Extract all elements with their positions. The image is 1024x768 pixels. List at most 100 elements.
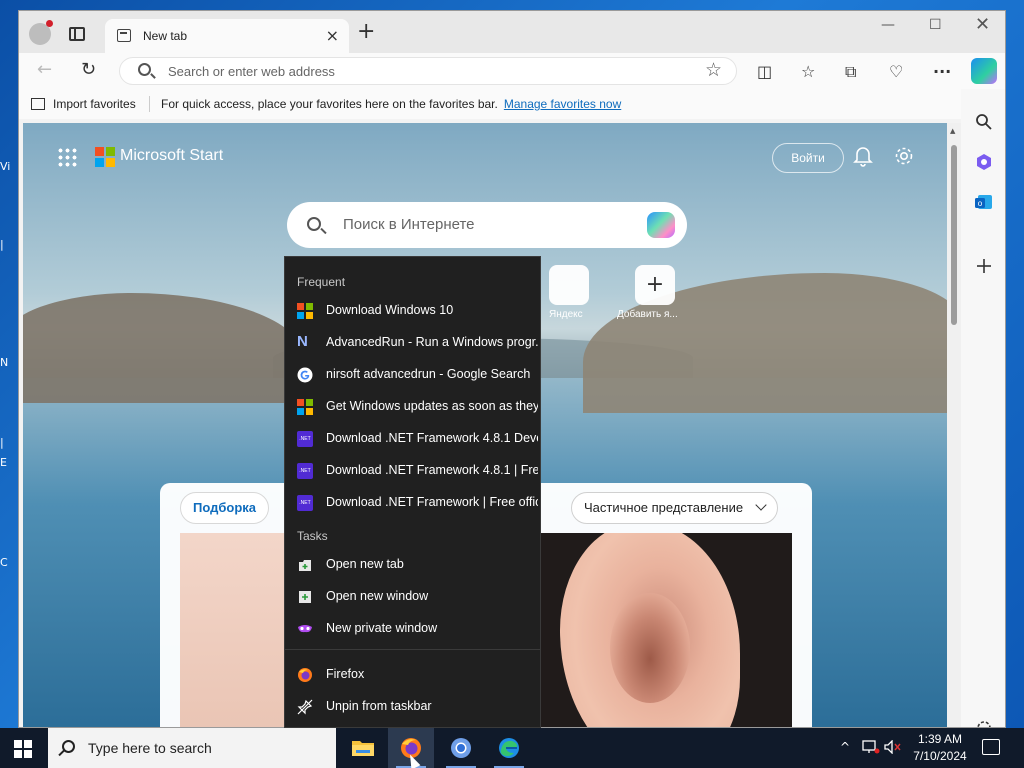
close-tab-icon[interactable]: ×	[326, 26, 339, 45]
clock-date: 7/10/2024	[913, 749, 967, 763]
address-bar[interactable]: Search or enter web address ☆	[119, 57, 737, 85]
taskbar-jump-list: Frequent Download Windows 10 N AdvancedR…	[284, 256, 541, 728]
dotnet-icon: .NET	[297, 463, 313, 479]
ear-image-detail	[610, 593, 690, 703]
more-options-icon[interactable]: ···	[933, 62, 951, 81]
jumplist-item[interactable]: N AdvancedRun - Run a Windows progr...	[285, 327, 540, 359]
jumplist-task-private-window[interactable]: New private window	[285, 613, 540, 645]
tab-actions-icon[interactable]	[69, 27, 85, 41]
sidebar-settings-icon[interactable]	[975, 719, 993, 728]
search-icon[interactable]	[975, 113, 993, 131]
maximize-button[interactable]: ☐	[929, 17, 942, 33]
browser-essentials-icon[interactable]: ♡	[889, 62, 903, 81]
new-tab-page-icon	[117, 29, 131, 42]
desktop-icon-partial[interactable]: N	[0, 356, 18, 370]
jumplist-item[interactable]: Download Windows 10	[285, 295, 540, 327]
import-favorites-button[interactable]: Import favorites	[31, 97, 136, 111]
import-favorites-label: Import favorites	[53, 97, 136, 111]
favorites-message-text: For quick access, place your favorites h…	[161, 97, 498, 111]
copilot-icon[interactable]	[971, 58, 997, 84]
notification-dot	[46, 20, 53, 27]
scroll-up-icon[interactable]: ▲	[950, 127, 955, 135]
jumplist-item[interactable]: nirsoft advancedrun - Google Search	[285, 359, 540, 391]
nirsoft-icon: N	[297, 333, 308, 350]
feed-tab-active[interactable]: Подборка	[180, 492, 270, 524]
web-search-box[interactable]: Поиск в Интернете	[287, 202, 687, 248]
notifications-bell-icon[interactable]	[853, 145, 873, 167]
app-launcher-icon[interactable]	[57, 147, 77, 167]
jumplist-unpin[interactable]: Unpin from taskbar	[285, 691, 540, 723]
profile-avatar[interactable]	[29, 20, 53, 45]
jumplist-item-label: New private window	[326, 621, 438, 635]
new-tab-icon	[299, 560, 311, 571]
microsoft-logo-icon	[95, 147, 115, 167]
google-icon	[297, 367, 313, 383]
desktop-icon-partial[interactable]: E	[0, 456, 18, 470]
windows-icon	[297, 399, 313, 415]
add-quick-link-button[interactable]: +	[635, 265, 675, 305]
jumplist-item-label: Download .NET Framework | Free offici...	[326, 495, 538, 509]
action-center-icon[interactable]	[982, 739, 1000, 755]
news-card-image[interactable]	[540, 533, 792, 727]
taskbar-search-placeholder: Type here to search	[88, 740, 212, 756]
import-icon	[31, 98, 45, 110]
volume-muted-icon[interactable]	[884, 740, 902, 754]
dotnet-icon: .NET	[297, 495, 313, 511]
scrollbar-thumb[interactable]	[951, 145, 957, 325]
show-hidden-icons-chevron[interactable]: ^	[840, 740, 850, 754]
clock-time: 1:39 AM	[917, 732, 963, 746]
collections-icon[interactable]: ⧉	[845, 62, 856, 82]
jumplist-item[interactable]: .NET Download .NET Framework 4.8.1 | Fre…	[285, 455, 540, 487]
search-icon	[138, 63, 151, 76]
jumplist-item-label: Firefox	[326, 667, 365, 681]
edge-icon	[499, 738, 519, 758]
address-placeholder: Search or enter web address	[168, 64, 335, 79]
search-placeholder: Поиск в Интернете	[343, 216, 475, 233]
jumplist-app-firefox[interactable]: Firefox	[285, 659, 540, 691]
taskbar-app-file-explorer[interactable]	[340, 728, 386, 768]
desktop-icon-partial[interactable]: Vi	[0, 160, 18, 174]
desktop-icon-partial[interactable]: C	[0, 556, 18, 570]
settings-gear-icon[interactable]	[893, 145, 915, 167]
taskbar-search-box[interactable]: Type here to search	[48, 728, 336, 768]
tab-bar: New tab × + — ☐ ✕	[19, 11, 1005, 53]
quick-link-tile[interactable]	[549, 265, 589, 305]
view-layout-dropdown[interactable]: Частичное представление	[571, 492, 779, 524]
split-screen-icon[interactable]: ◫	[757, 62, 772, 81]
close-window-button[interactable]: ✕	[975, 14, 990, 35]
manage-favorites-link[interactable]: Manage favorites now	[504, 97, 621, 111]
outlook-icon[interactable]: o	[975, 193, 993, 211]
favorites-icon[interactable]: ☆	[801, 62, 815, 81]
add-sidebar-app-icon[interactable]	[975, 257, 993, 275]
tab-title: New tab	[143, 29, 188, 43]
minimize-button[interactable]: —	[881, 17, 895, 33]
taskbar-app-edge[interactable]	[486, 728, 532, 768]
jumplist-frequent-header: Frequent	[297, 275, 346, 289]
brand-title: Microsoft Start	[120, 147, 224, 164]
desktop-icon-partial[interactable]: |	[0, 238, 18, 252]
dotnet-icon: .NET	[297, 431, 313, 447]
jumplist-item[interactable]: .NET Download .NET Framework 4.8.1 Devel…	[285, 423, 540, 455]
taskbar-clock[interactable]: 1:39 AM 7/10/2024	[908, 731, 972, 765]
jumplist-task-new-window[interactable]: Open new window	[285, 581, 540, 613]
jumplist-item[interactable]: Get Windows updates as soon as they'...	[285, 391, 540, 423]
network-icon[interactable]	[862, 740, 880, 754]
jumplist-tasks-header: Tasks	[297, 529, 328, 543]
desktop-icon-partial[interactable]: |	[0, 436, 18, 450]
taskbar-app-chromium[interactable]	[438, 728, 484, 768]
new-window-icon	[299, 591, 311, 603]
copilot-sidebar-icon[interactable]	[975, 153, 993, 171]
chromium-icon	[451, 738, 471, 758]
new-tab-button[interactable]: +	[357, 21, 375, 43]
tab-new-tab[interactable]: New tab ×	[105, 19, 349, 53]
copilot-icon[interactable]	[647, 212, 675, 238]
jumplist-task-new-tab[interactable]: Open new tab	[285, 549, 540, 581]
page-scrollbar[interactable]: ▲	[947, 123, 961, 727]
jumplist-item[interactable]: .NET Download .NET Framework | Free offi…	[285, 487, 540, 519]
back-arrow-icon[interactable]: ←	[37, 59, 52, 80]
signin-button[interactable]: Войти	[772, 143, 844, 173]
windows-start-icon[interactable]	[14, 740, 32, 758]
favorite-star-icon[interactable]: ☆	[705, 59, 722, 81]
news-card-image[interactable]	[180, 533, 296, 727]
refresh-icon[interactable]: ↻	[81, 59, 96, 80]
